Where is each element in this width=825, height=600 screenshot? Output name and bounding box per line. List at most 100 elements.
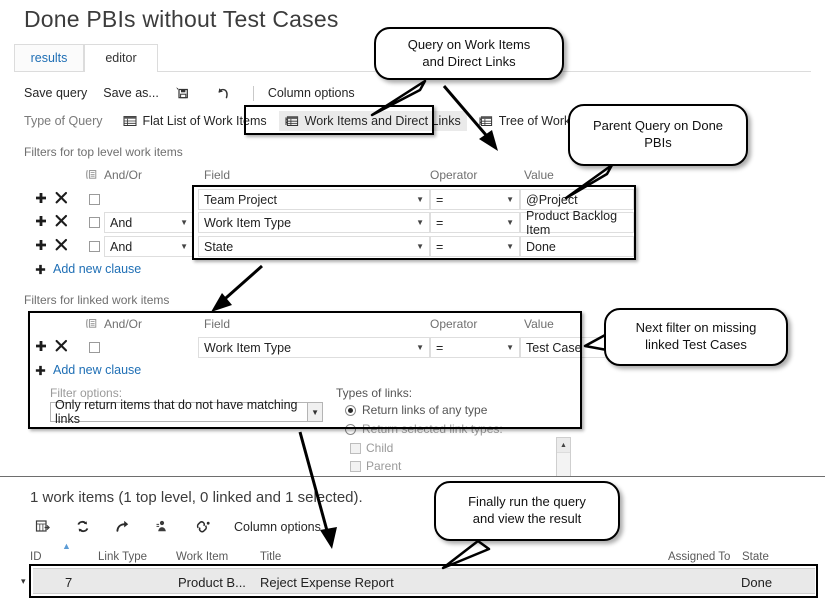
chevron-down-icon[interactable]: ▼	[180, 218, 188, 227]
chevron-down-icon[interactable]: ▼	[180, 242, 188, 251]
callout-direct-links: Query on Work Items and Direct Links	[374, 27, 564, 80]
grid-header-state[interactable]: State	[742, 551, 769, 563]
grid-header-link-type[interactable]: Link Type	[98, 551, 147, 563]
chevron-down-icon[interactable]: ▼	[416, 195, 424, 204]
query-type-direct-links-label: Work Items and Direct Links	[304, 114, 461, 128]
grid-header-id[interactable]: ID	[30, 551, 42, 563]
page-title: Done PBIs without Test Cases	[24, 6, 339, 32]
top-filters-header-field: Field	[204, 168, 231, 182]
sort-ascending-icon: ▲	[62, 541, 71, 551]
top-filter-row-1-field[interactable]: Team Project ▼	[198, 189, 430, 210]
linked-filters-label: Filters for linked work items	[24, 293, 170, 307]
add-row-icon[interactable]	[34, 214, 48, 228]
plus-icon	[34, 364, 47, 377]
top-filter-row-2-field[interactable]: Work Item Type ▼	[198, 212, 430, 233]
row-cell-title: Reject Expense Report	[260, 575, 394, 590]
row-cell-id: 7	[65, 575, 73, 590]
grid-header-assigned-to[interactable]: Assigned To	[668, 551, 730, 563]
add-row-icon[interactable]	[34, 339, 48, 353]
top-filter-row-1-field-text: Team Project	[204, 192, 277, 207]
grid-header-work-item[interactable]: Work Item	[176, 551, 228, 563]
link-type-child-checkbox[interactable]	[350, 443, 361, 454]
table-row[interactable]: 7 Product B... Reject Expense Report Don…	[33, 568, 815, 594]
top-filter-row-3-value[interactable]: Done	[520, 236, 634, 257]
top-filter-row-3-andor[interactable]: And ▼	[104, 236, 194, 257]
linked-filter-row-1-operator[interactable]: = ▼	[430, 337, 520, 358]
top-filter-row-1-value[interactable]: @Project	[520, 189, 634, 210]
link-types-scrollbar[interactable]: ▲	[556, 437, 571, 477]
linked-filter-row-1-andor[interactable]	[104, 337, 194, 358]
undo-icon[interactable]	[214, 85, 231, 102]
save-as-button[interactable]: Save as...	[103, 86, 159, 100]
save-copy-icon[interactable]	[175, 85, 192, 102]
command-bar-separator	[252, 85, 254, 101]
callout-direct-links-text: Query on Work Items and Direct Links	[407, 36, 531, 69]
results-column-options-button[interactable]: Column options	[234, 520, 321, 534]
link-type-parent-checkbox[interactable]	[350, 461, 361, 472]
link-icon[interactable]	[194, 518, 212, 536]
open-in-excel-icon[interactable]	[34, 518, 52, 536]
delete-row-icon[interactable]	[54, 339, 68, 353]
row-expander-icon[interactable]: ▾	[21, 576, 26, 587]
scroll-up-icon[interactable]: ▲	[557, 438, 570, 453]
top-filter-row-3-operator-text: =	[436, 239, 444, 254]
chevron-down-icon[interactable]: ▼	[307, 403, 322, 421]
query-type-flat-list[interactable]: Flat List of Work Items	[117, 111, 273, 131]
chevron-down-icon[interactable]: ▼	[506, 218, 514, 227]
linked-filters-add-new-clause[interactable]: Add new clause	[34, 363, 141, 377]
top-filter-row-2-andor-text: And	[110, 215, 133, 230]
callout-run-query-text: Finally run the query and view the resul…	[468, 494, 586, 526]
share-icon[interactable]	[114, 518, 132, 536]
top-filter-row-3-group-checkbox[interactable]	[89, 241, 100, 252]
top-filter-row-3-field[interactable]: State ▼	[198, 236, 430, 257]
chevron-down-icon[interactable]: ▼	[506, 343, 514, 352]
top-filters-add-new-clause[interactable]: Add new clause	[34, 262, 141, 276]
add-row-icon[interactable]	[34, 238, 48, 252]
filter-options-dropdown[interactable]: Only return items that do not have match…	[50, 398, 323, 426]
top-filter-row-1-operator[interactable]: = ▼	[430, 189, 520, 210]
top-filter-row-3-actions	[34, 238, 68, 252]
top-filter-row-1-andor[interactable]	[104, 189, 194, 210]
radio-return-any-link-type-label: Return links of any type	[362, 403, 488, 417]
linked-filters-header-value: Value	[524, 317, 554, 331]
query-type-direct-links[interactable]: Work Items and Direct Links	[278, 111, 467, 131]
chevron-down-icon[interactable]: ▼	[416, 343, 424, 352]
callout-tail-run-query	[441, 539, 491, 570]
tree-icon	[479, 114, 493, 128]
grid-header-title[interactable]: Title	[260, 551, 281, 563]
radio-return-any-link-type[interactable]	[345, 405, 356, 416]
add-row-icon[interactable]	[34, 191, 48, 205]
chevron-down-icon[interactable]: ▼	[416, 218, 424, 227]
link-type-child-label: Child	[366, 441, 394, 455]
chevron-down-icon[interactable]: ▼	[506, 242, 514, 251]
plus-icon	[34, 263, 47, 276]
top-filter-row-1-operator-text: =	[436, 192, 444, 207]
top-filter-row-1-group-checkbox[interactable]	[89, 194, 100, 205]
delete-row-icon[interactable]	[54, 238, 68, 252]
refresh-icon[interactable]	[74, 518, 92, 536]
delete-row-icon[interactable]	[54, 191, 68, 205]
tab-results[interactable]: results	[14, 44, 84, 71]
radio-return-selected-link-types-label: Return selected link types:	[362, 422, 503, 436]
top-filters-header-group	[86, 168, 97, 182]
top-filters-header-value: Value	[524, 168, 554, 182]
save-query-button[interactable]: Save query	[24, 86, 87, 100]
linked-filter-row-1-group-checkbox[interactable]	[89, 342, 100, 353]
linked-filters-header-group	[86, 317, 97, 331]
open-in-project-icon[interactable]	[154, 518, 172, 536]
delete-row-icon[interactable]	[54, 214, 68, 228]
top-filter-row-2-operator[interactable]: = ▼	[430, 212, 520, 233]
linked-filter-row-1-field[interactable]: Work Item Type ▼	[198, 337, 430, 358]
linked-filter-row-1-actions	[34, 339, 68, 353]
chevron-down-icon[interactable]: ▼	[506, 195, 514, 204]
flat-list-icon	[123, 114, 137, 128]
radio-return-selected-link-types[interactable]	[345, 424, 356, 435]
callout-run-query: Finally run the query and view the resul…	[434, 481, 620, 541]
top-filter-row-2-group-checkbox[interactable]	[89, 217, 100, 228]
top-filter-row-2-value[interactable]: Product Backlog Item	[520, 209, 634, 237]
column-options-button[interactable]: Column options	[268, 86, 355, 100]
top-filter-row-2-andor[interactable]: And ▼	[104, 212, 194, 233]
top-filter-row-3-operator[interactable]: = ▼	[430, 236, 520, 257]
chevron-down-icon[interactable]: ▼	[416, 242, 424, 251]
tab-editor[interactable]: editor	[84, 44, 158, 72]
